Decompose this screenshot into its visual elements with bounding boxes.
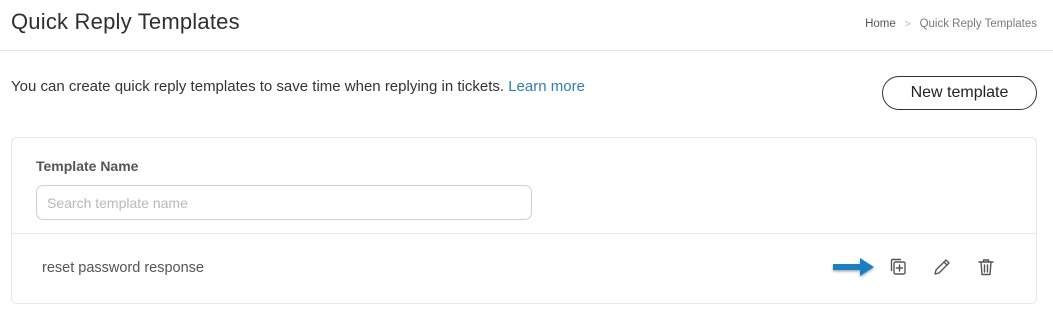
- delete-icon[interactable]: [974, 255, 998, 279]
- edit-icon[interactable]: [930, 255, 954, 279]
- arrow-right-icon: [833, 258, 874, 276]
- templates-table: Template Name reset password response: [11, 137, 1037, 304]
- breadcrumb: Home > Quick Reply Templates: [865, 18, 1037, 30]
- breadcrumb-home[interactable]: Home: [865, 18, 896, 30]
- learn-more-link[interactable]: Learn more: [508, 78, 585, 95]
- intro-description: You can create quick reply templates to …: [11, 78, 505, 95]
- breadcrumb-separator: >: [904, 18, 911, 30]
- duplicate-icon[interactable]: [886, 255, 910, 279]
- column-header-template-name: Template Name: [36, 158, 139, 174]
- template-name[interactable]: reset password response: [42, 260, 204, 276]
- intro-text: You can create quick reply templates to …: [11, 78, 585, 95]
- search-template-input[interactable]: [36, 185, 532, 220]
- breadcrumb-current: Quick Reply Templates: [919, 18, 1037, 30]
- new-template-button[interactable]: New template: [882, 76, 1037, 110]
- page-header: Quick Reply Templates Home > Quick Reply…: [0, 0, 1053, 51]
- page-title: Quick Reply Templates: [11, 9, 240, 34]
- divider: [12, 233, 1036, 234]
